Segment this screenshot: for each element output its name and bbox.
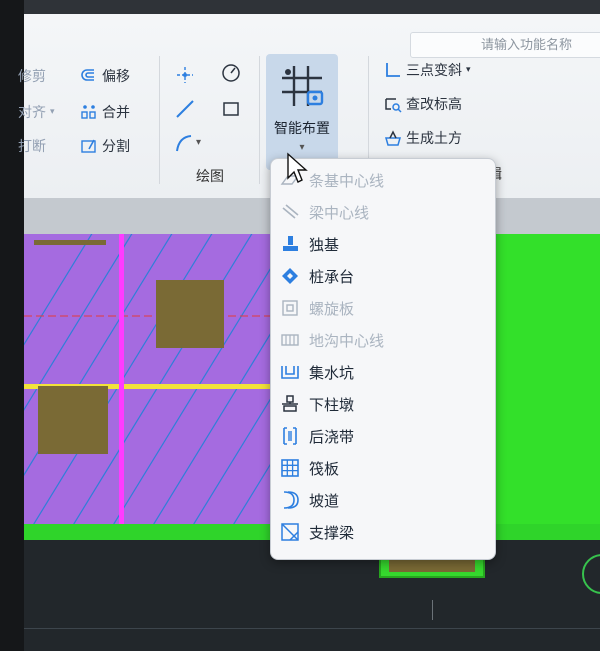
- menu-item-trench-centerline[interactable]: 地沟中心线: [271, 325, 495, 355]
- menu-item-support-beam[interactable]: 支撑梁: [271, 517, 495, 547]
- offset-label: 偏移: [102, 69, 130, 85]
- menu-item-pile-cap[interactable]: 桩承台: [271, 261, 495, 291]
- break-button[interactable]: 打断: [18, 136, 46, 156]
- check-elevation-label: 查改标高: [406, 97, 462, 113]
- column-pier-icon: [279, 393, 301, 415]
- chevron-down-icon: ▾: [50, 107, 55, 117]
- menu-item-label: 支撑梁: [309, 523, 355, 542]
- menu-item-label: 梁中心线: [309, 203, 370, 222]
- menu-item-label: 地沟中心线: [309, 331, 385, 350]
- align-button[interactable]: 对齐 ▾: [18, 102, 55, 122]
- footing-in-pad[interactable]: [389, 559, 475, 572]
- title-bar: [24, 0, 600, 14]
- menu-item-label: 坡道: [309, 491, 340, 510]
- split-label: 分割: [102, 139, 130, 155]
- circle-icon[interactable]: [220, 62, 242, 84]
- menu-item-label: 条基中心线: [309, 171, 385, 190]
- align-label: 对齐: [18, 105, 46, 121]
- check-elevation-icon: [385, 98, 402, 113]
- split-icon: [81, 139, 96, 153]
- three-point-slope-label: 三点变斜: [406, 63, 462, 79]
- ribbon-separator: [159, 56, 160, 184]
- smart-layout-dropdown-menu: 条基中心线 梁中心线 独基 桩承台 螺旋板 地沟中心线 集水坑 下柱墩 后浇带 …: [270, 158, 496, 560]
- line-icon[interactable]: [174, 98, 196, 120]
- menu-item-label: 筏板: [309, 459, 340, 478]
- pile-cap-icon: [279, 265, 301, 287]
- menu-item-label: 后浇带: [309, 427, 355, 446]
- smart-layout-grid-icon: [282, 66, 324, 106]
- isolated-footing[interactable]: [156, 280, 224, 348]
- menu-item-label: 螺旋板: [309, 299, 355, 318]
- menu-item-isolated-footing[interactable]: 独基: [271, 229, 495, 259]
- mouse-cursor-icon: [287, 152, 308, 183]
- generate-earthwork-button[interactable]: 生成土方: [384, 128, 462, 148]
- chevron-down-icon: ▾: [466, 65, 471, 75]
- menu-item-ramp[interactable]: 坡道: [271, 485, 495, 515]
- menu-item-column-pier[interactable]: 下柱墩: [271, 389, 495, 419]
- menu-item-beam-centerline[interactable]: 梁中心线: [271, 197, 495, 227]
- axis-bubble: [582, 554, 600, 594]
- isolated-footing[interactable]: [38, 386, 108, 454]
- menu-item-spiral-plate[interactable]: 螺旋板: [271, 293, 495, 323]
- sump-pit-icon: [279, 361, 301, 383]
- merge-label: 合并: [102, 105, 130, 121]
- menu-item-sump-pit[interactable]: 集水坑: [271, 357, 495, 387]
- ribbon-separator: [259, 56, 260, 184]
- menu-item-label: 下柱墩: [309, 395, 355, 414]
- merge-button[interactable]: 合并: [80, 102, 130, 122]
- trench-centerline-icon: [279, 329, 301, 351]
- rectangle-icon[interactable]: [220, 98, 242, 120]
- function-search-input[interactable]: 请输入功能名称: [410, 32, 600, 58]
- svg-text:▾: ▾: [196, 137, 201, 148]
- post-cast-strip-icon: [279, 425, 301, 447]
- trim-button[interactable]: 修剪: [18, 66, 46, 86]
- check-elevation-button[interactable]: 查改标高: [384, 94, 462, 114]
- arc-icon[interactable]: ▾: [174, 132, 206, 154]
- break-label: 打断: [18, 139, 46, 155]
- point-icon[interactable]: [174, 64, 196, 86]
- trim-label: 修剪: [18, 69, 46, 85]
- axis-line: [24, 628, 600, 629]
- menu-item-label: 桩承台: [309, 267, 355, 286]
- raft-slab-icon: [279, 457, 301, 479]
- menu-item-label: 集水坑: [309, 363, 355, 382]
- menu-item-raft-slab[interactable]: 筏板: [271, 453, 495, 483]
- offset-icon: [81, 69, 94, 81]
- ramp-icon: [279, 489, 301, 511]
- draw-group-label: 绘图: [196, 169, 224, 185]
- menu-item-label: 独基: [309, 235, 340, 254]
- menu-item-post-cast-strip[interactable]: 后浇带: [271, 421, 495, 451]
- three-point-slope-button[interactable]: 三点变斜 ▾: [384, 60, 471, 80]
- spiral-plate-icon: [279, 297, 301, 319]
- axis-tick: [432, 600, 433, 620]
- three-point-slope-icon: [386, 63, 400, 77]
- screen-bezel: [0, 0, 24, 651]
- generate-earthwork-icon: [385, 130, 401, 146]
- merge-icon: [81, 105, 96, 119]
- support-beam-icon: [279, 521, 301, 543]
- isolated-footing-icon: [279, 233, 301, 255]
- smart-layout-label: 智能布置: [274, 121, 330, 137]
- generate-earthwork-label: 生成土方: [406, 131, 462, 147]
- offset-button[interactable]: 偏移: [80, 66, 130, 86]
- split-button[interactable]: 分割: [80, 136, 130, 156]
- beam-centerline-icon: [279, 201, 301, 223]
